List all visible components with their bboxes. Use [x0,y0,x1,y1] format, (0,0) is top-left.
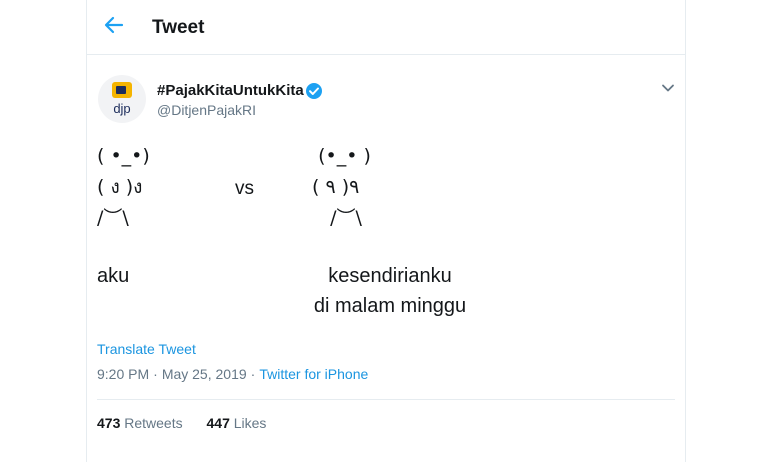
tweet-column: Tweet djp #PajakKitaUntukKita @DitjenPaj… [86,0,686,462]
retweets-stat[interactable]: 473 Retweets [97,415,183,431]
tweet-source-link[interactable]: Twitter for iPhone [259,366,368,382]
djp-logo: djp [112,82,132,116]
back-arrow-icon[interactable] [103,14,125,36]
kaomoji-left: ( •_•) ( ง )ง /︶\ [97,145,150,229]
avatar[interactable]: djp [98,75,146,123]
tweet-date[interactable]: May 25, 2019 [162,366,247,382]
tweet-time[interactable]: 9:20 PM [97,366,149,382]
page-title: Tweet [152,17,205,38]
retweets-count: 473 [97,415,121,431]
vs-label: vs [235,178,254,199]
separator: · [250,366,256,382]
translate-tweet-link[interactable]: Translate Tweet [97,341,196,357]
caption-left: aku [97,265,130,287]
likes-count: 447 [206,415,230,431]
likes-stat[interactable]: 447 Likes [207,415,267,431]
retweets-label: Retweets [124,415,183,431]
avatar-text: djp [113,101,130,116]
caption-right: kesendirianku di malam minggu [313,265,467,317]
likes-label: Likes [233,415,267,431]
chevron-down-icon[interactable] [660,80,676,96]
tweet-stats: 473 Retweets 447 Likes [97,415,286,431]
verified-badge-icon [305,82,323,100]
author-display-name[interactable]: #PajakKitaUntukKita [157,82,304,99]
separator: · [153,366,158,382]
divider [97,399,675,400]
tweet-timestamp: 9:20 PM · May 25, 2019 · Twitter for iPhone [97,366,368,382]
author-handle[interactable]: @DitjenPajakRI [157,102,256,118]
page-header: Tweet [87,0,685,55]
kaomoji-right: (•_• ) ٩( ٩ ) /︶\ [312,145,371,229]
